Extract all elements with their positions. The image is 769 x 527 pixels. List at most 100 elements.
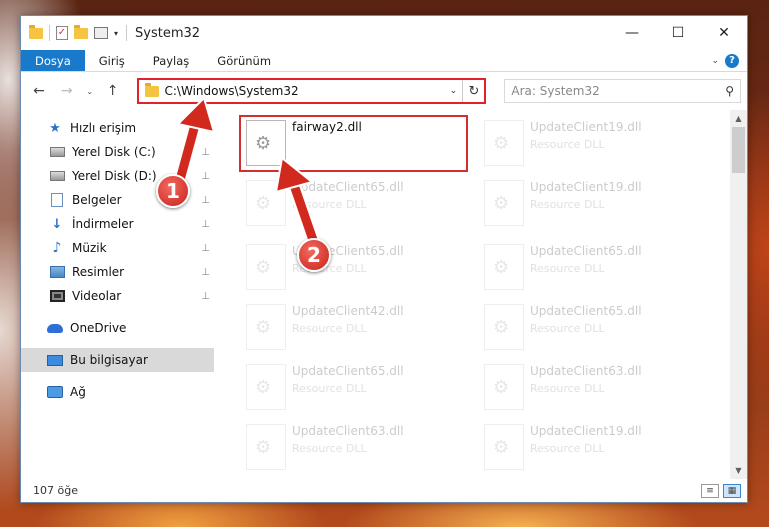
dll-file-icon (484, 424, 524, 470)
list-item[interactable]: UpdateClient42.dll Resource DLL (242, 302, 462, 358)
sidebar-item-local-disk-c[interactable]: Yerel Disk (C:) ⊥ (21, 140, 214, 164)
search-icon[interactable]: ⚲ (725, 84, 734, 98)
sidebar-item-quick-access[interactable]: ★ Hızlı erişim (21, 116, 214, 140)
list-item[interactable]: UpdateClient65.dll Resource DLL (242, 242, 462, 298)
forward-button[interactable]: → (55, 79, 79, 103)
step-1-badge: 1 (156, 174, 190, 208)
file-name: UpdateClient65.dll (530, 304, 642, 318)
customize-toolbar-icon[interactable]: ▾ (114, 29, 118, 38)
sidebar-item-label: Hızlı erişim (70, 121, 137, 135)
file-name: UpdateClient65.dll (530, 244, 642, 258)
pin-icon[interactable]: ⊥ (201, 291, 210, 302)
tab-share[interactable]: Paylaş (139, 50, 204, 71)
content-area: ★ Hızlı erişim Yerel Disk (C:) ⊥ Yerel D… (21, 110, 747, 479)
sidebar-item-label: Müzik (72, 241, 107, 255)
pin-icon[interactable]: ⊥ (201, 147, 210, 158)
properties-check-icon[interactable]: ✓ (56, 26, 68, 40)
window-controls: — ☐ ✕ (609, 16, 747, 50)
file-name: UpdateClient65.dll (292, 180, 404, 194)
divider (126, 25, 128, 41)
search-input[interactable] (511, 84, 726, 98)
large-icons-view-icon[interactable]: ▦ (723, 483, 741, 498)
file-type: Resource DLL (530, 138, 605, 151)
navigation-bar: ← → ⌄ ↑ C:\Windows\System32 ⌄ ↻ ⚲ (21, 72, 747, 110)
pictures-icon (49, 266, 65, 278)
expand-ribbon-icon[interactable]: ⌄ (711, 56, 719, 66)
sidebar-item-label: Yerel Disk (C:) (72, 145, 156, 159)
sidebar-item-downloads[interactable]: ↓ İndirmeler ⊥ (21, 212, 214, 236)
computer-icon (47, 354, 63, 366)
maximize-button[interactable]: ☐ (655, 16, 701, 50)
document-icon (51, 193, 63, 207)
pin-icon[interactable]: ⊥ (201, 243, 210, 254)
file-type: Resource DLL (530, 442, 605, 455)
address-dropdown-icon[interactable]: ⌄ (444, 86, 462, 96)
music-icon: ♪ (52, 240, 62, 256)
network-icon (47, 386, 63, 398)
file-name: UpdateClient19.dll (530, 180, 642, 194)
highlight-box (239, 115, 468, 172)
item-count: 107 öğe (33, 484, 78, 497)
list-item[interactable]: UpdateClient65.dll Resource DLL (480, 242, 700, 298)
vertical-scrollbar[interactable]: ▲ ▼ (730, 110, 747, 479)
help-icon[interactable]: ? (725, 53, 739, 68)
view-toggles: ≡ ▦ (701, 483, 741, 498)
scroll-up-arrow-icon[interactable]: ▲ (730, 110, 747, 127)
list-item[interactable]: UpdateClient65.dll Resource DLL (242, 362, 462, 418)
dll-file-icon (484, 244, 524, 290)
scrollbar-thumb[interactable] (732, 127, 745, 173)
recent-locations-button[interactable]: ⌄ (83, 87, 97, 96)
address-bar[interactable]: C:\Windows\System32 ⌄ ↻ (136, 78, 487, 104)
search-box[interactable]: ⚲ (504, 79, 742, 103)
file-type: Resource DLL (530, 382, 605, 395)
list-item[interactable]: UpdateClient63.dll Resource DLL (480, 362, 700, 418)
onedrive-icon (47, 323, 63, 333)
list-item[interactable]: UpdateClient65.dll Resource DLL (480, 302, 700, 358)
pin-icon[interactable]: ⊥ (201, 219, 210, 230)
tab-view[interactable]: Görünüm (203, 50, 285, 71)
tab-file[interactable]: Dosya (21, 50, 85, 71)
ribbon-right: ⌄ ? (711, 50, 747, 71)
scroll-down-arrow-icon[interactable]: ▼ (730, 462, 747, 479)
sidebar-item-onedrive[interactable]: OneDrive (21, 316, 214, 340)
video-icon (49, 290, 65, 302)
file-type: Resource DLL (530, 322, 605, 335)
close-button[interactable]: ✕ (701, 16, 747, 50)
sidebar-item-label: Ağ (70, 385, 86, 399)
file-name: UpdateClient63.dll (292, 424, 404, 438)
drive-icon (49, 147, 65, 157)
list-item[interactable]: UpdateClient19.dll Resource DLL (480, 118, 700, 174)
pin-icon[interactable]: ⊥ (201, 267, 210, 278)
up-button[interactable]: ↑ (101, 79, 125, 103)
list-item[interactable]: UpdateClient65.dll Resource DLL (242, 178, 462, 234)
status-bar: 107 öğe ≡ ▦ (21, 479, 747, 502)
sidebar-item-network[interactable]: Ağ (21, 380, 214, 404)
list-item[interactable]: UpdateClient19.dll Resource DLL (480, 422, 700, 478)
sidebar-item-videos[interactable]: Videolar ⊥ (21, 284, 214, 308)
new-folder-icon[interactable] (74, 24, 88, 39)
pin-icon[interactable]: ⊥ (201, 171, 210, 182)
details-view-icon[interactable]: ≡ (701, 483, 719, 498)
quick-access-toolbar: ✓ ▾ (29, 24, 118, 41)
minimize-button[interactable]: — (609, 16, 655, 50)
title-bar: ✓ ▾ System32 — ☐ ✕ (21, 16, 747, 50)
dll-file-icon (246, 180, 286, 226)
file-type: Resource DLL (292, 198, 367, 211)
navigation-pane: ★ Hızlı erişim Yerel Disk (C:) ⊥ Yerel D… (21, 110, 214, 479)
sidebar-item-pictures[interactable]: Resimler ⊥ (21, 260, 214, 284)
file-type: Resource DLL (292, 442, 367, 455)
dll-file-icon (246, 364, 286, 410)
tab-home[interactable]: Giriş (85, 50, 139, 71)
properties-icon[interactable] (94, 27, 108, 39)
file-type: Resource DLL (530, 262, 605, 275)
list-item[interactable]: UpdateClient19.dll Resource DLL (480, 178, 700, 234)
sidebar-item-label: Bu bilgisayar (70, 353, 148, 367)
address-path[interactable]: C:\Windows\System32 (165, 84, 445, 98)
sidebar-item-music[interactable]: ♪ Müzik ⊥ (21, 236, 214, 260)
back-button[interactable]: ← (27, 79, 51, 103)
sidebar-item-this-pc[interactable]: Bu bilgisayar (21, 348, 214, 372)
pin-icon[interactable]: ⊥ (201, 195, 210, 206)
list-item[interactable]: UpdateClient63.dll Resource DLL (242, 422, 462, 478)
refresh-button[interactable]: ↻ (462, 80, 484, 102)
download-icon: ↓ (51, 216, 63, 232)
